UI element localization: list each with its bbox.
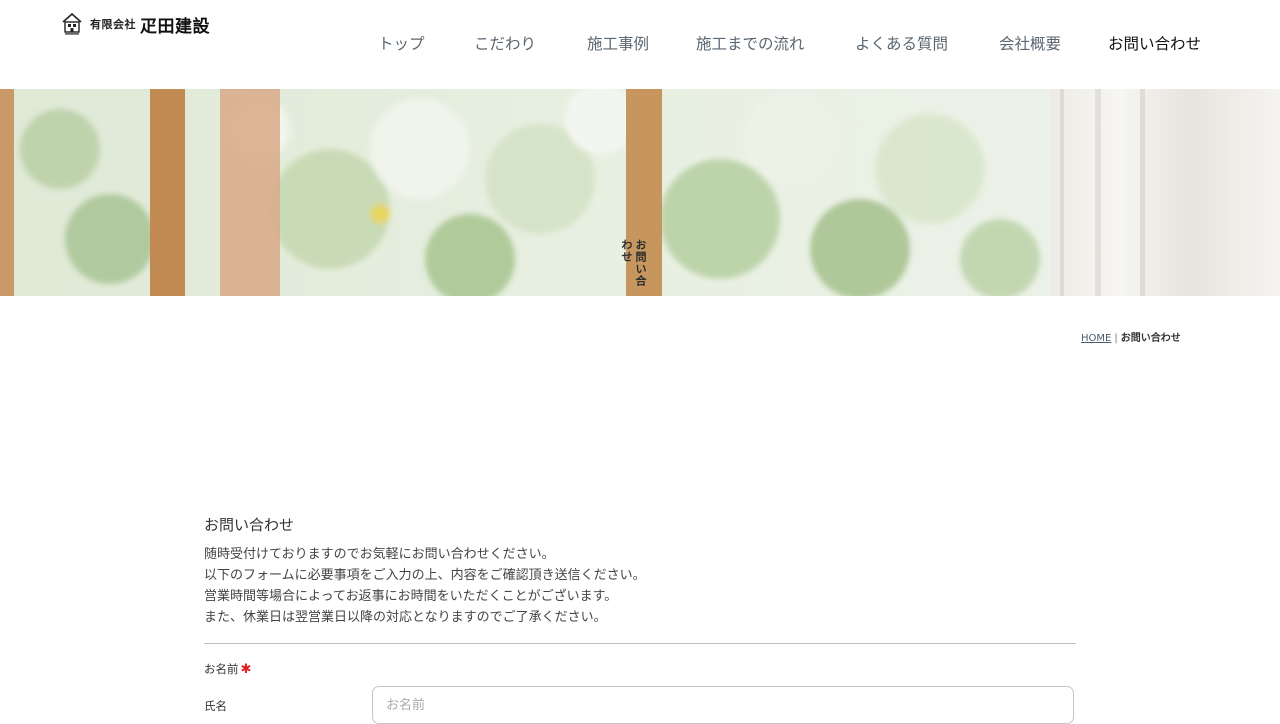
- intro-line: また、休業日は翌営業日以降の対応となりますのでご了承ください。: [204, 610, 607, 625]
- name-sublabel: 氏名: [204, 699, 227, 713]
- required-icon: ✱: [240, 662, 252, 677]
- nav-item-works[interactable]: 施工事例: [587, 34, 649, 54]
- main-nav: トップ こだわり 施工事例 施工までの流れ よくある質問 会社概要 お問い合わせ: [0, 34, 1280, 54]
- breadcrumb-separator: |: [1114, 333, 1118, 344]
- hero-title: お問い合わせ: [620, 239, 647, 287]
- name-input[interactable]: [372, 686, 1074, 724]
- intro-text: 随時受付けておりますのでお気軽にお問い合わせください。 以下のフォームに必要事項…: [204, 544, 1076, 628]
- breadcrumb-current: お問い合わせ: [1120, 333, 1181, 344]
- house-logo-icon: [62, 13, 82, 35]
- intro-line: 随時受付けておりますのでお気軽にお問い合わせください。: [204, 547, 555, 562]
- logo-company-type: 有限会社: [90, 18, 136, 31]
- contact-section: お問い合わせ 随時受付けておりますのでお気軽にお問い合わせください。 以下のフォ…: [204, 514, 1076, 628]
- name-field-label: お名前 ✱: [204, 661, 251, 677]
- intro-line: 以下のフォームに必要事項をご入力の上、内容をご確認頂き送信ください。: [204, 568, 646, 583]
- nav-item-commitment[interactable]: こだわり: [474, 34, 536, 54]
- nav-item-contact[interactable]: お問い合わせ: [1108, 34, 1201, 54]
- hero-banner: お問い合わせ: [0, 89, 1280, 296]
- section-divider: [204, 643, 1076, 644]
- logo-company-name: 疋田建設: [140, 16, 210, 37]
- name-label-text: お名前: [204, 662, 239, 676]
- site-header: 有限会社 疋田建設 トップ こだわり 施工事例 施工までの流れ よくある質問 会…: [0, 0, 1280, 89]
- section-title: お問い合わせ: [204, 516, 295, 534]
- nav-item-company[interactable]: 会社概要: [999, 34, 1061, 54]
- nav-item-faq[interactable]: よくある質問: [855, 34, 948, 54]
- nav-item-top[interactable]: トップ: [378, 34, 425, 54]
- breadcrumb-home-link[interactable]: HOME: [1081, 333, 1111, 344]
- breadcrumb: HOME | お問い合わせ: [1081, 329, 1181, 344]
- site-logo[interactable]: 有限会社 疋田建設: [62, 12, 210, 37]
- nav-item-flow[interactable]: 施工までの流れ: [696, 34, 805, 54]
- intro-line: 営業時間等場合によってお返事にお時間をいただくことがございます。: [204, 589, 618, 604]
